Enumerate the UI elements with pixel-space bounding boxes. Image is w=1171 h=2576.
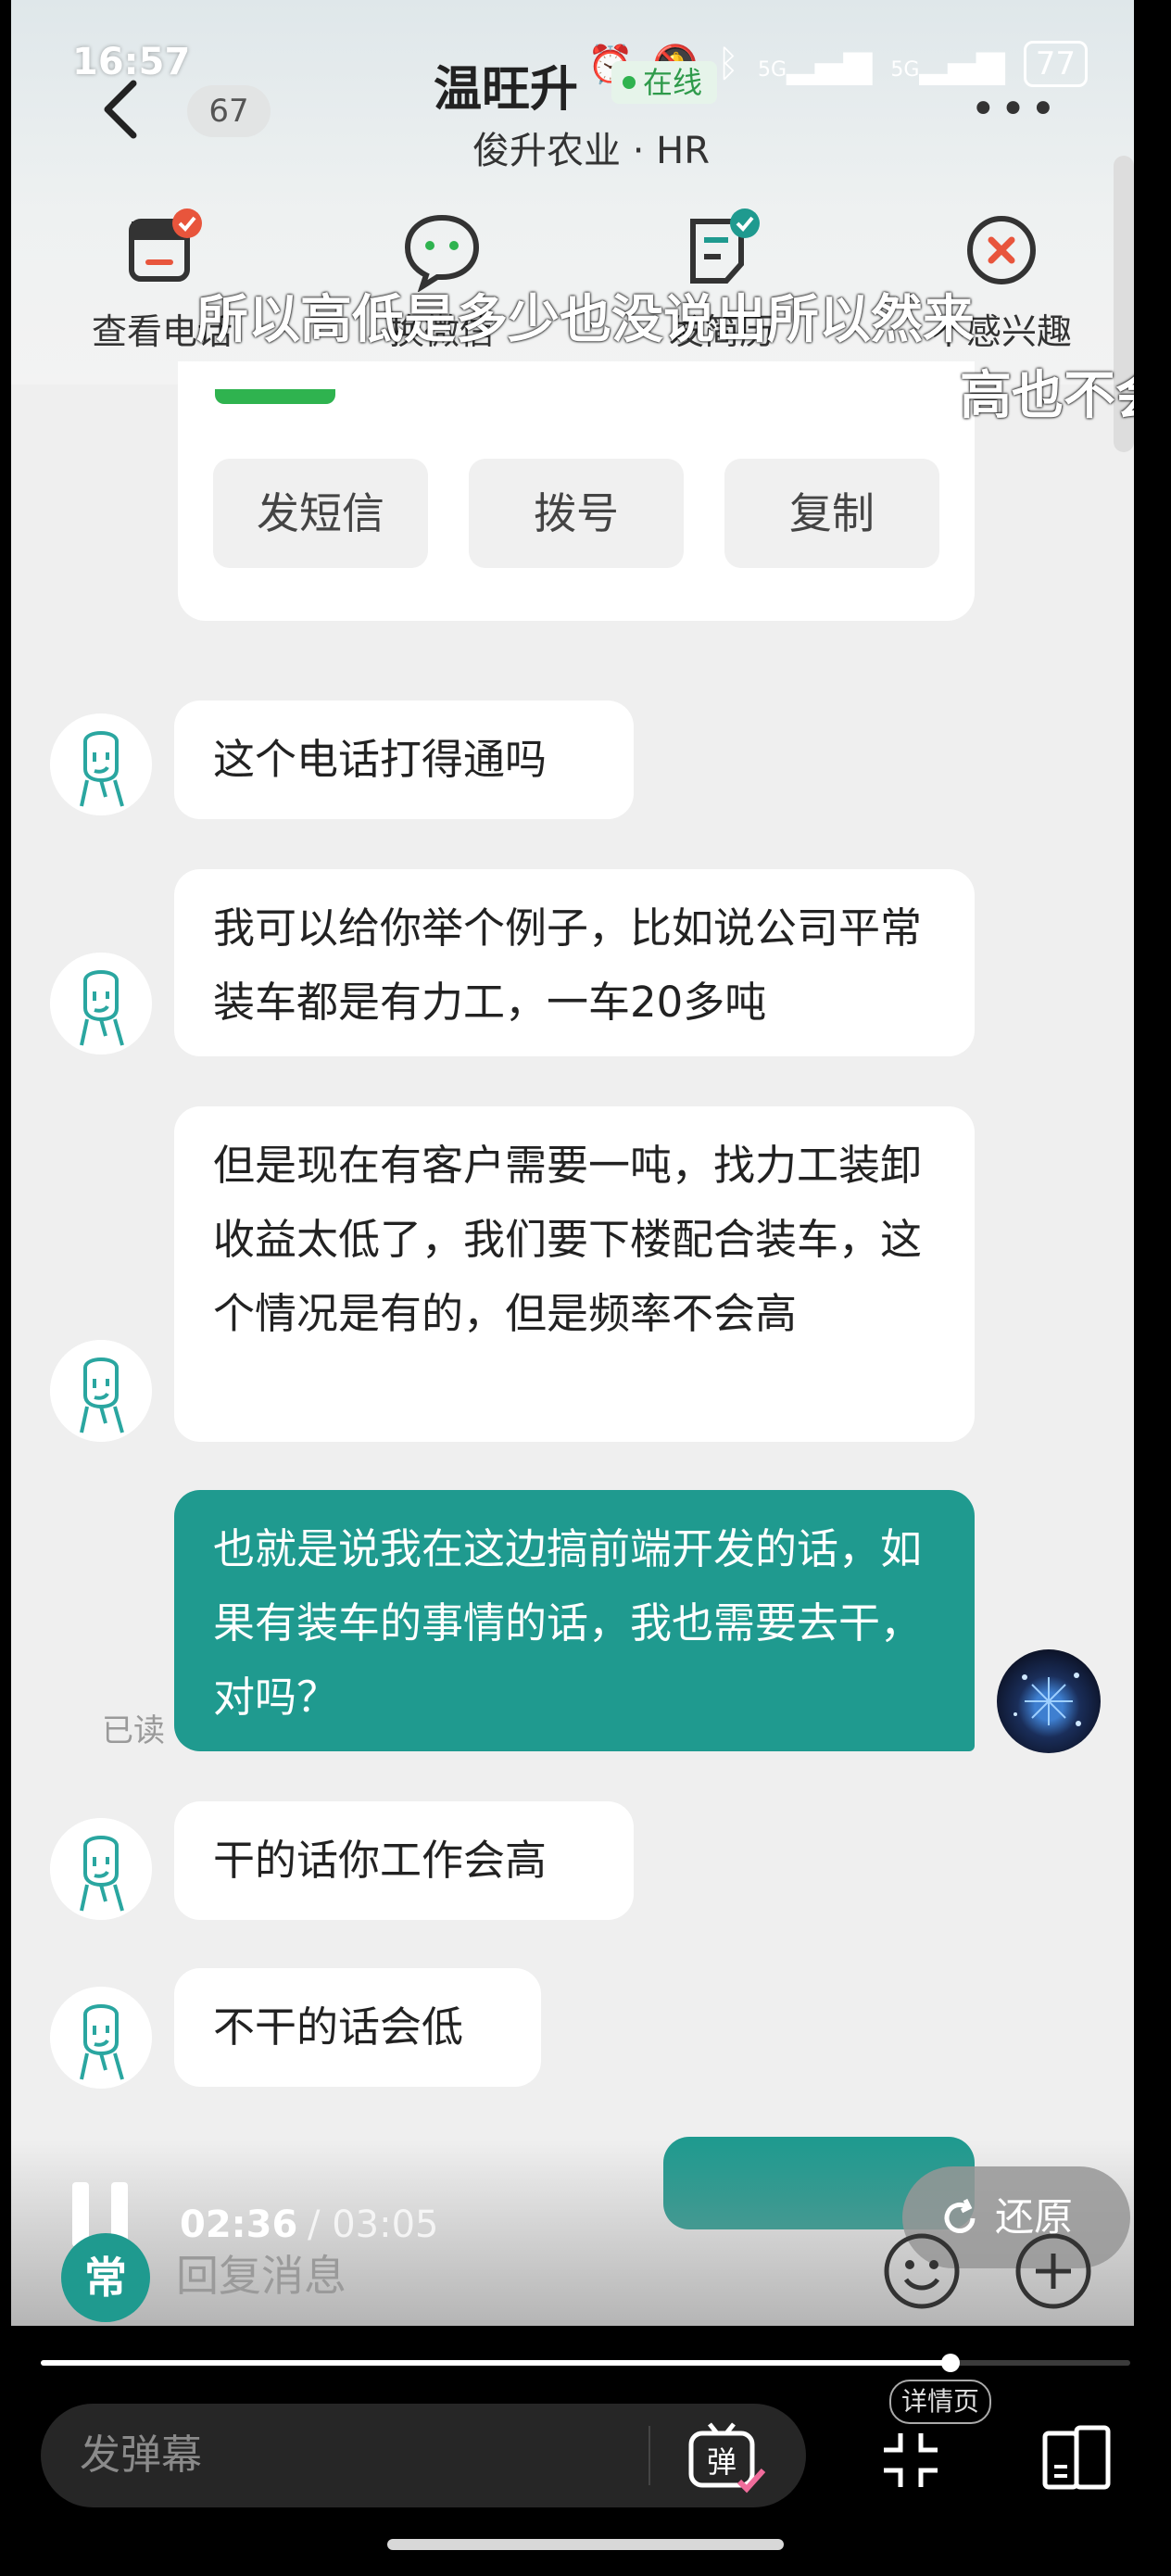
message-bubble-hr[interactable]: 这个电话打得通吗: [174, 701, 634, 819]
quick-phrase-button[interactable]: 常: [61, 2233, 150, 2322]
danmaku-toggle-icon[interactable]: 弹: [686, 2417, 767, 2498]
bluetooth-icon: ᛒ: [717, 43, 740, 85]
online-status-badge: 在线: [611, 61, 718, 104]
danmaku-button-label: 弹: [707, 2444, 737, 2480]
side-panel-icon[interactable]: [1038, 2420, 1115, 2498]
exit-fullscreen-icon[interactable]: [878, 2428, 943, 2493]
read-receipt: 已读: [102, 1712, 165, 1749]
reply-input[interactable]: 回复消息: [176, 2242, 346, 2304]
copy-button[interactable]: 复制: [724, 459, 939, 568]
danmaku-bar[interactable]: 发弹幕 弹: [41, 2404, 806, 2507]
signal-icon: 5G▂▄▆: [758, 43, 873, 85]
progress-track[interactable]: [41, 2354, 1130, 2372]
video-subtitle-2: 高也不会高: [960, 366, 1134, 426]
detail-page-tag[interactable]: 详情页: [889, 2380, 991, 2424]
divider: [648, 2426, 650, 2485]
hr-avatar[interactable]: [50, 713, 152, 815]
message-bubble-hr[interactable]: 但是现在有客户需要一吨，找力工装卸收益太低了，我们要下楼配合装车，这个情况是有的…: [174, 1106, 975, 1442]
elapsed-time: 02:36: [180, 2203, 298, 2246]
dial-button[interactable]: 拨号: [469, 459, 684, 568]
message-bubble-hr[interactable]: 不干的话会低: [174, 1968, 541, 2087]
unread-count-badge: 67: [187, 85, 271, 137]
message-bubble-hr[interactable]: 我可以给你举个例子，比如说公司平常装车都是有力工，一车20多吨: [174, 869, 975, 1056]
company-role: 俊升农业 · HR: [472, 130, 711, 172]
starburst-icon: [1014, 1673, 1081, 1726]
message-bubble-hr[interactable]: 干的话你工作会高: [174, 1801, 634, 1920]
hr-avatar[interactable]: [50, 1818, 152, 1920]
send-sms-button[interactable]: 发短信: [213, 459, 428, 568]
my-avatar[interactable]: [997, 1649, 1101, 1753]
contact-name: 温旺升: [434, 62, 579, 118]
hr-avatar[interactable]: [50, 1340, 152, 1442]
hr-avatar[interactable]: [50, 1987, 152, 2089]
back-arrow-icon[interactable]: [93, 72, 148, 146]
video-subtitle: 所以高低是多少也没说出所以然来: [196, 290, 975, 350]
danmaku-input[interactable]: 发弹幕: [80, 2404, 202, 2507]
hr-avatar[interactable]: [50, 953, 152, 1054]
phone-number-card: 发短信 拨号 复制: [178, 361, 975, 621]
plus-icon[interactable]: [1014, 2231, 1093, 2311]
chat-screen: 16:57 ⏰ 🔕 ᛒ 5G▂▄▆ 5G▂▄▆ 77 67 温旺升 在线 俊升农…: [11, 0, 1134, 2326]
more-menu-icon[interactable]: •••: [970, 83, 1060, 135]
signal-icon-2: 5G▂▄▆: [890, 43, 1005, 85]
total-duration: / 03:05: [308, 2203, 439, 2246]
progress-fill: [41, 2360, 951, 2366]
video-player-bar: 发弹幕 弹 详情页: [0, 2326, 1171, 2576]
progress-knob[interactable]: [940, 2354, 960, 2372]
emoji-icon[interactable]: [882, 2231, 962, 2311]
battery-indicator: 77: [1023, 41, 1088, 87]
message-bubble-me[interactable]: 也就是说我在这边搞前端开发的话，如果有装车的事情的话，我也需要去干，对吗？: [174, 1490, 975, 1751]
phone-card-icon: [129, 208, 202, 282]
home-indicator: [387, 2539, 784, 2550]
card-accent-bar: [215, 389, 335, 404]
